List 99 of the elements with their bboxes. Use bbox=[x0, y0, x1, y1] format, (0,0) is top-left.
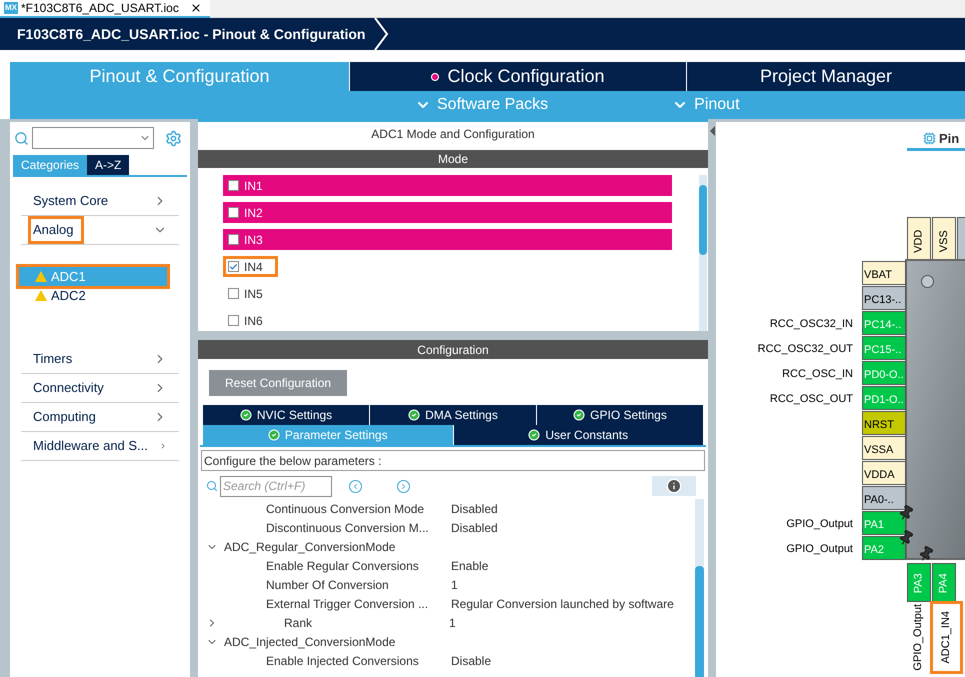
checkbox[interactable] bbox=[228, 180, 239, 191]
category-item[interactable]: Analog bbox=[21, 216, 179, 245]
channel-label[interactable]: IN3 bbox=[223, 229, 278, 250]
category-label[interactable]: Connectivity bbox=[28, 374, 115, 402]
pin[interactable]: VBAT bbox=[862, 261, 906, 285]
category-item[interactable]: Connectivity bbox=[21, 374, 179, 403]
parameter-label: Continuous Conversion Mode bbox=[266, 500, 426, 518]
checkbox[interactable] bbox=[228, 207, 239, 218]
section-header: Configuration bbox=[198, 340, 708, 359]
parameter-label: Enable Injected Conversions bbox=[266, 652, 420, 670]
category-item[interactable]: Computing bbox=[21, 403, 179, 432]
checkbox[interactable] bbox=[228, 234, 239, 245]
category-label[interactable]: Analog bbox=[28, 216, 84, 244]
parameter-label: Number Of Conversion bbox=[266, 576, 390, 594]
check-circle-icon bbox=[573, 409, 586, 421]
pin[interactable]: VSSA bbox=[862, 436, 906, 460]
checkbox[interactable] bbox=[228, 315, 239, 326]
breadcrumb[interactable]: F103C8T6_ADC_USART.ioc - Pinout & Configuration bbox=[0, 24, 366, 44]
category-item[interactable]: System Core bbox=[21, 187, 179, 216]
warning-icon bbox=[35, 271, 47, 282]
check-circle-icon bbox=[528, 429, 540, 441]
channel-label[interactable]: IN2 bbox=[223, 202, 278, 223]
parameter-value[interactable]: Disabled bbox=[451, 500, 498, 518]
parameter-value[interactable]: Disabled bbox=[451, 518, 498, 536]
channel-row[interactable]: IN6 bbox=[223, 310, 672, 331]
chip-icon bbox=[923, 132, 936, 145]
signal-label: GPIO_Output bbox=[786, 542, 853, 557]
app-logo: MX bbox=[4, 2, 18, 14]
category-item[interactable]: Middleware and S... bbox=[21, 432, 179, 461]
info-button[interactable] bbox=[652, 476, 696, 496]
next-icon[interactable] bbox=[397, 480, 410, 492]
channel-label[interactable]: IN5 bbox=[223, 283, 278, 304]
checkbox[interactable] bbox=[228, 261, 239, 272]
parameter-label: Rank bbox=[284, 614, 314, 632]
pin[interactable]: PA0-.. bbox=[862, 486, 906, 510]
close-icon[interactable] bbox=[190, 2, 202, 14]
signal-label: GPIO_Output bbox=[786, 517, 853, 532]
category-label[interactable]: Timers bbox=[28, 345, 84, 373]
parameter-value[interactable]: Enable bbox=[451, 556, 488, 574]
search-icon[interactable] bbox=[14, 130, 29, 146]
main-tab[interactable]: Project Manager bbox=[686, 62, 965, 91]
search-icon bbox=[206, 480, 218, 492]
channel-label[interactable]: IN6 bbox=[223, 310, 278, 331]
pin[interactable]: VDD bbox=[907, 217, 931, 260]
scrollbar[interactable] bbox=[699, 175, 707, 331]
check-circle-icon bbox=[240, 409, 252, 421]
settings-icon[interactable] bbox=[165, 130, 182, 146]
parameter-value[interactable]: 1 bbox=[449, 614, 456, 632]
channel-row[interactable]: IN4 bbox=[223, 256, 672, 277]
channel-row[interactable]: IN1 bbox=[223, 175, 672, 196]
warning-icon bbox=[35, 290, 47, 301]
pin[interactable]: VDDA bbox=[862, 461, 906, 485]
settings-tab[interactable]: NVIC Settings bbox=[203, 405, 369, 425]
parameter-value[interactable]: Disable bbox=[451, 652, 492, 670]
channel-label[interactable]: IN4 bbox=[223, 256, 278, 277]
view-tab[interactable]: A->Z bbox=[87, 155, 130, 175]
file-tab[interactable]: MX *F103C8T6_ADC_USART.ioc bbox=[0, 0, 210, 18]
check-circle-icon bbox=[268, 429, 280, 441]
signal-label: ADC1_IN4 bbox=[933, 604, 960, 671]
main-tab[interactable]: Clock Configuration bbox=[349, 62, 686, 91]
signal-label: RCC_OSC32_IN bbox=[770, 317, 853, 332]
category-label[interactable]: System Core bbox=[28, 187, 120, 215]
channel-label[interactable]: IN1 bbox=[223, 175, 278, 196]
channel-row[interactable]: IN5 bbox=[223, 283, 672, 304]
signal-label: GPIO_Output bbox=[911, 604, 926, 671]
pin[interactable]: PC13-.. bbox=[862, 286, 906, 310]
section-header: Mode bbox=[198, 150, 708, 168]
parameter-label: External Trigger Conversion ... bbox=[266, 596, 430, 612]
signal-label: RCC_OSC_IN bbox=[782, 367, 853, 382]
search-field[interactable]: Search (Ctrl+F) bbox=[220, 476, 332, 496]
previous-icon[interactable] bbox=[349, 480, 362, 492]
parameter-group[interactable]: ADC_Regular_ConversionMode bbox=[224, 538, 396, 556]
scrollbar[interactable] bbox=[695, 499, 704, 677]
parameter-group[interactable]: ADC_Injected_ConversionMode bbox=[224, 632, 396, 650]
channel-row[interactable]: IN3 bbox=[223, 229, 672, 250]
parameter-value[interactable]: 1 bbox=[451, 576, 458, 594]
check-circle-icon bbox=[408, 409, 420, 421]
category-label[interactable]: Computing bbox=[28, 403, 107, 431]
parameter-label: Enable Regular Conversions bbox=[266, 558, 420, 574]
signal-label: RCC_OSC32_OUT bbox=[758, 342, 853, 357]
pin[interactable]: VSS bbox=[932, 217, 956, 260]
panel-title: ADC1 Mode and Configuration bbox=[370, 126, 536, 143]
channel-row[interactable]: IN2 bbox=[223, 202, 672, 223]
search-field[interactable] bbox=[32, 127, 154, 149]
category-item[interactable]: Timers bbox=[21, 345, 179, 374]
parameter-value[interactable]: Regular Conversion launched by software bbox=[451, 594, 674, 612]
settings-tab[interactable]: DMA Settings bbox=[370, 405, 536, 425]
settings-tab[interactable]: User Constants bbox=[454, 425, 703, 445]
chevron-right-icon bbox=[373, 18, 390, 50]
parameter-label: Discontinuous Conversion M... bbox=[266, 520, 430, 536]
pinout-view-tab[interactable]: Pin bbox=[907, 129, 965, 151]
checkbox[interactable] bbox=[228, 288, 239, 299]
hint-text: Configure the below parameters : bbox=[201, 450, 705, 471]
pin[interactable]: NRST bbox=[862, 411, 906, 435]
category-label[interactable]: Middleware and S... bbox=[28, 432, 159, 460]
signal-label: RCC_OSC_OUT bbox=[770, 392, 853, 407]
peripheral-item[interactable]: ADC2 bbox=[19, 286, 167, 305]
info-icon bbox=[666, 478, 682, 494]
settings-tab[interactable]: GPIO Settings bbox=[537, 405, 703, 425]
